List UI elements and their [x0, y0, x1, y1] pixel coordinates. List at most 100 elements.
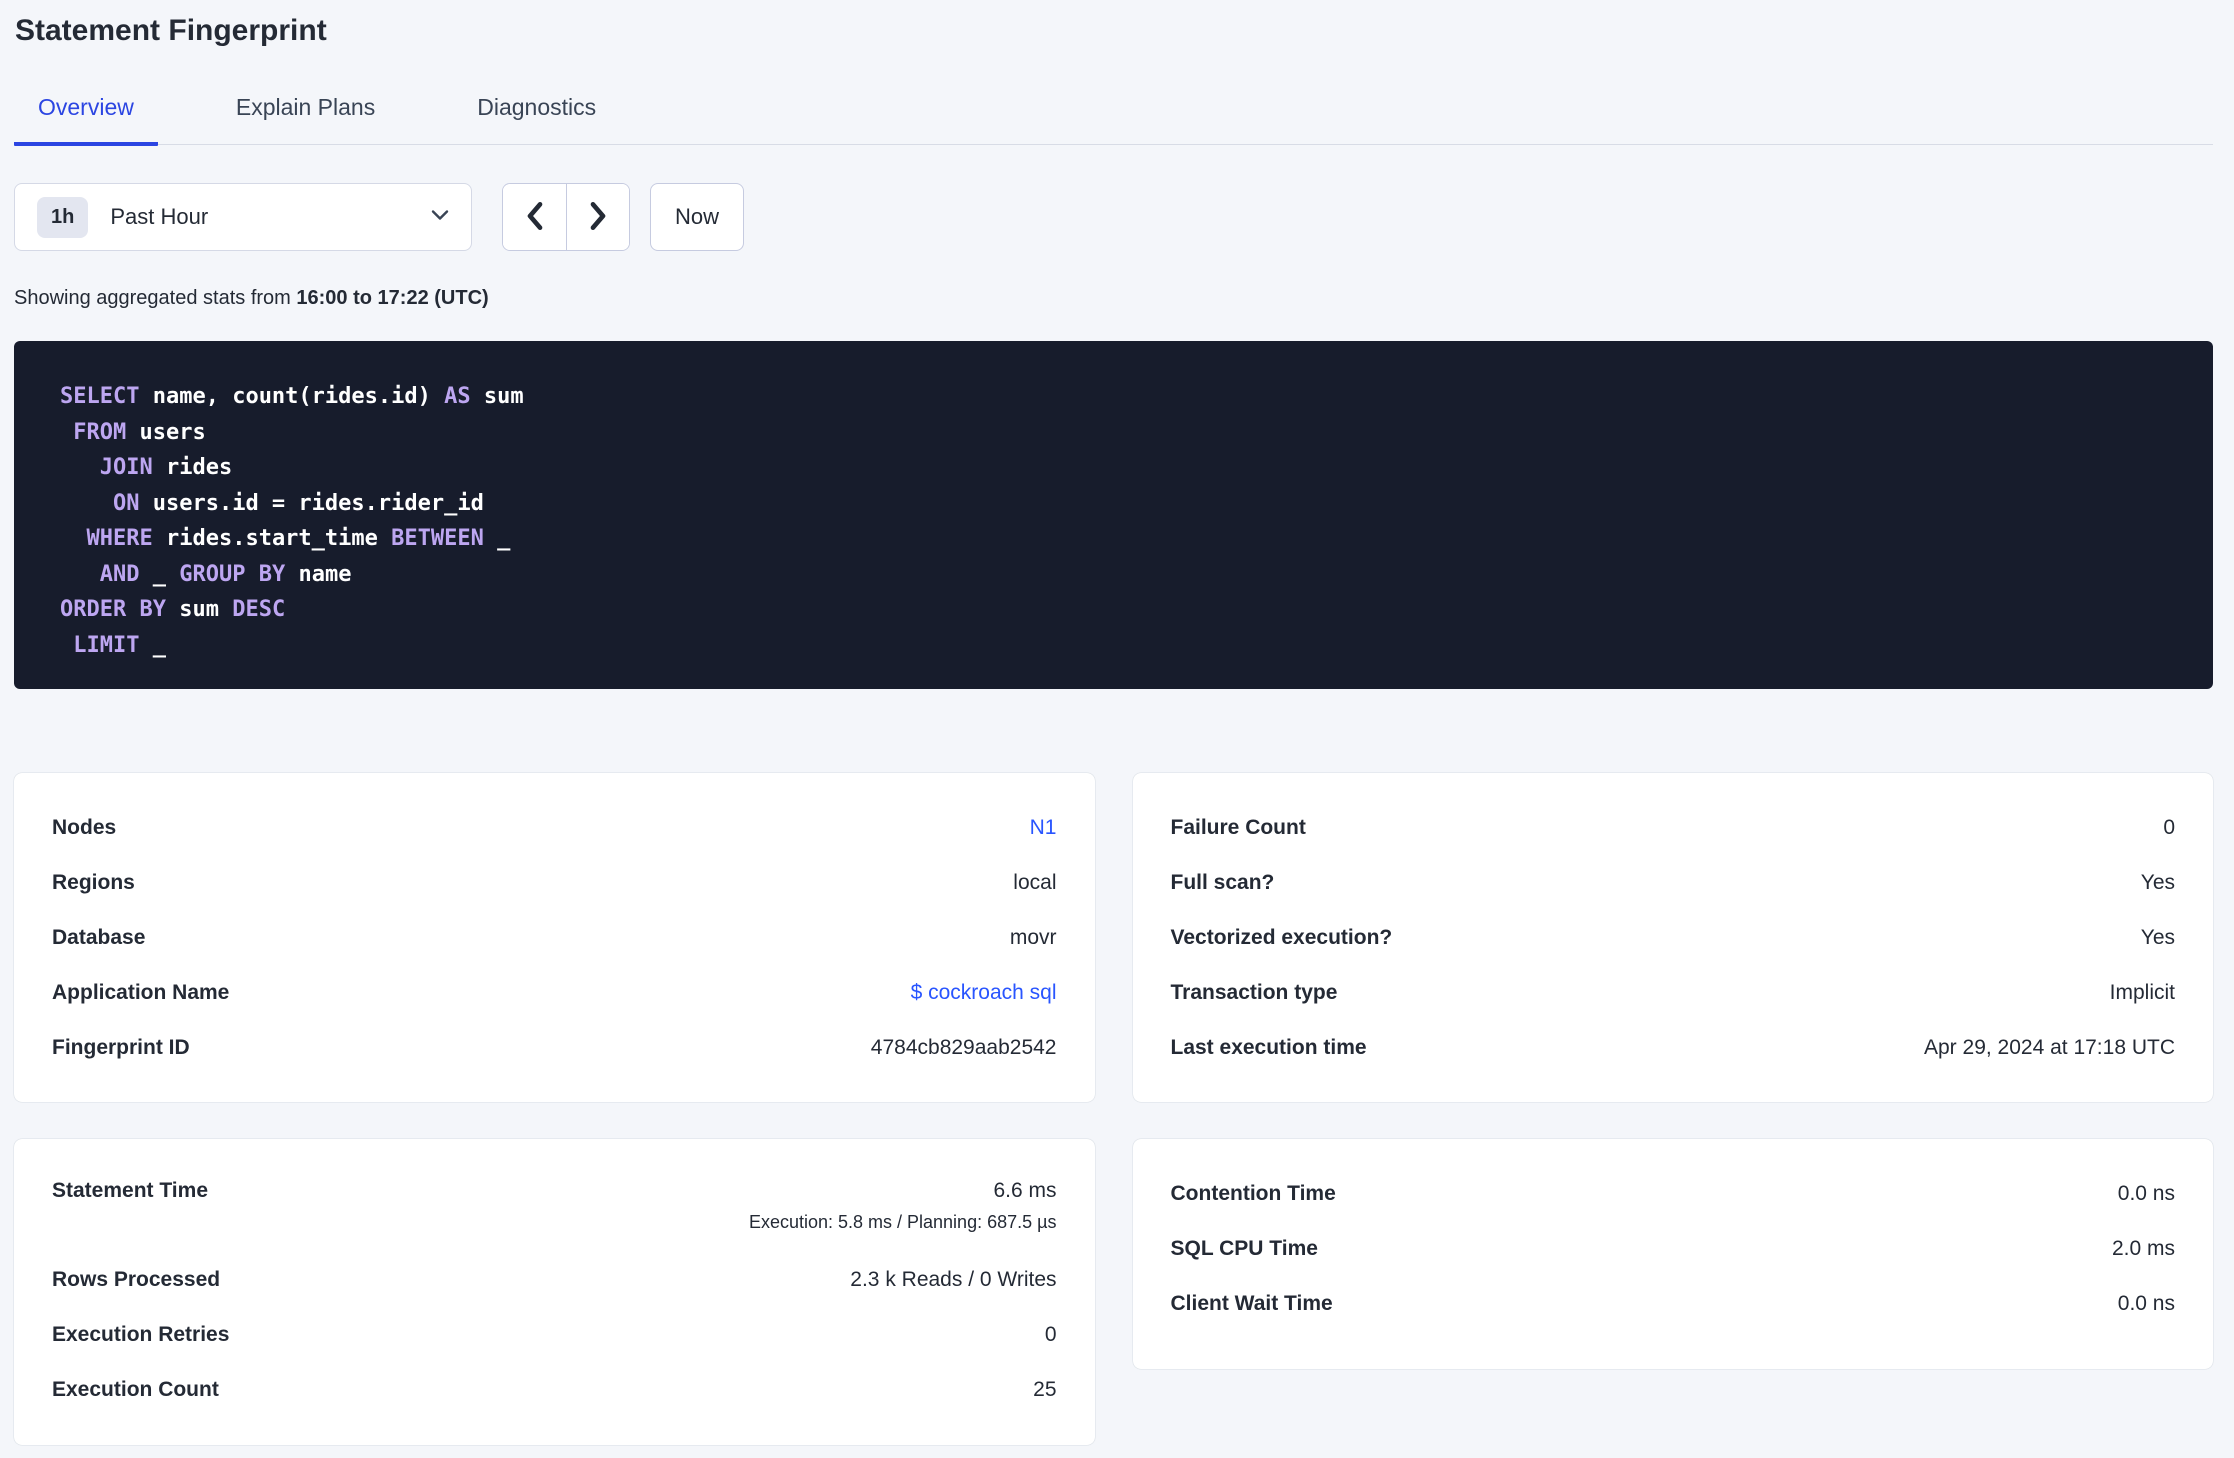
stat-value: Apr 29, 2024 at 17:18 UTC: [1924, 1035, 2175, 1059]
stat-value: 0: [1044, 1322, 1057, 1346]
tab-diagnostics-label: Diagnostics: [477, 94, 597, 120]
time-range-badge: 1h: [37, 196, 89, 238]
sql-keyword: WHERE: [86, 526, 153, 551]
time-range-select[interactable]: 1h Past Hour: [14, 183, 472, 251]
sql-text: rides: [152, 455, 233, 480]
stat-row: Regions local: [52, 855, 1057, 910]
sql-line: LIMIT _: [60, 628, 2167, 664]
execution-attributes-card: Failure Count 0 Full scan? Yes Vectorized ex…: [1132, 773, 2213, 1102]
sql-keyword: FROM: [73, 419, 127, 445]
stat-label: Statement Time: [52, 1179, 208, 1202]
wait-time-card: Contention Time 0.0 ns SQL CPU Time 2.0 ms C…: [1132, 1139, 2213, 1369]
stat-row: Client Wait Time 0.0 ns: [1171, 1276, 2176, 1331]
interval-arrow-group: [502, 183, 630, 251]
sql-keyword: JOIN: [99, 455, 153, 480]
stat-label: Fingerprint ID: [52, 1035, 190, 1059]
stat-value-link[interactable]: $ cockroach sql: [911, 981, 1057, 1005]
stat-row: Fingerprint ID 4784cb829aab2542: [52, 1020, 1057, 1075]
statement-details-card: Nodes N1 Regions local Database movr Applicati…: [14, 773, 1095, 1102]
stat-value: 6.6 ms: [993, 1179, 1057, 1202]
stat-value: 0.0 ns: [2117, 1291, 2175, 1315]
stat-label: Execution Count: [52, 1377, 219, 1401]
aggregated-stats-note-prefix: Showing aggregated stats from: [14, 287, 297, 309]
sql-keyword: GROUP BY: [179, 561, 286, 587]
sql-keyword: SELECT: [60, 384, 140, 409]
stat-row: Failure Count 0: [1171, 800, 2176, 855]
stat-value: Implicit: [2109, 980, 2175, 1004]
sql-text: name: [285, 561, 352, 587]
stat-label: Vectorized execution?: [1170, 925, 1393, 949]
stat-row: Nodes N1: [52, 800, 1057, 855]
time-range-label: Past Hour: [110, 204, 209, 229]
stat-value: 2.3 k Reads / 0 Writes: [850, 1267, 1057, 1291]
sql-line: FROM users: [60, 415, 2167, 451]
stat-label: Rows Processed: [52, 1267, 221, 1291]
stat-label: Database: [52, 925, 146, 949]
stat-label: Failure Count: [1170, 815, 1306, 839]
sql-keyword: ON: [112, 490, 140, 516]
sql-keyword: BETWEEN: [391, 526, 484, 551]
sql-text: users.id = rides.rider_id: [139, 490, 484, 516]
stat-row: Execution Count 25: [52, 1362, 1057, 1417]
sql-line: ORDER BY sum DESC: [60, 592, 2167, 628]
stat-value: Yes: [2140, 925, 2175, 949]
sql-text: rides.start_time: [152, 526, 392, 551]
stat-row: Transaction type Implicit: [1171, 965, 2176, 1020]
page-title: Statement Fingerprint: [15, 14, 327, 47]
chevron-down-icon: [431, 208, 449, 226]
stat-row: Database movr: [52, 910, 1057, 965]
sql-line: AND _ GROUP BY name: [60, 557, 2167, 593]
tab-bar: Overview Explain Plans Diagnostics: [14, 94, 2213, 146]
stat-value: Yes: [2140, 870, 2175, 894]
stat-label: Application Name: [52, 980, 230, 1004]
summary-cards-grid: Nodes N1 Regions local Database movr Applicati…: [14, 773, 2213, 1445]
stat-label: SQL CPU Time: [1170, 1236, 1318, 1260]
sql-keyword: AS: [444, 384, 471, 409]
time-controls: 1h Past Hour Now: [14, 183, 2213, 251]
chevron-left-icon: [525, 201, 545, 234]
sql-text: users: [126, 419, 206, 445]
tab-diagnostics[interactable]: Diagnostics: [453, 94, 620, 146]
stat-value: 4784cb829aab2542: [870, 1035, 1057, 1059]
tab-explain-plans[interactable]: Explain Plans: [212, 94, 399, 146]
stat-value-link[interactable]: N1: [1030, 816, 1057, 840]
stat-row: Contention Time 0.0 ns: [1171, 1166, 2176, 1221]
stat-label: Execution Retries: [52, 1322, 230, 1346]
sql-keyword: ORDER BY: [60, 597, 166, 622]
stat-value: 2.0 ms: [2111, 1236, 2175, 1260]
stat-label: Transaction type: [1170, 980, 1338, 1004]
stat-row: Application Name $ cockroach sql: [52, 965, 1057, 1020]
sql-keyword: DESC: [232, 597, 286, 622]
statement-timing-card: Statement Time 6.6 ms Execution: 5.8 ms / …: [14, 1139, 1095, 1445]
stat-label: Contention Time: [1170, 1181, 1336, 1205]
stat-row: SQL CPU Time 2.0 ms: [1171, 1221, 2176, 1276]
stat-row: Last execution time Apr 29, 2024 at 17:18…: [1171, 1020, 2176, 1075]
stat-value: movr: [1009, 925, 1057, 949]
sql-line: SELECT name, count(rides.id) AS sum: [60, 379, 2167, 415]
stat-label: Last execution time: [1170, 1035, 1367, 1059]
now-button[interactable]: Now: [650, 183, 744, 251]
sql-text: sum: [165, 597, 233, 622]
statement-fingerprint-page: Statement Fingerprint Overview Explain P…: [0, 0, 2234, 1445]
sql-statement-code: SELECT name, count(rides.id) AS sum FROM…: [60, 379, 2167, 663]
tab-overview-label: Overview: [38, 94, 134, 120]
previous-interval-button[interactable]: [503, 184, 566, 250]
tab-overview[interactable]: Overview: [14, 94, 158, 146]
stat-value: local: [1013, 870, 1057, 894]
sql-line: JOIN rides: [60, 450, 2167, 486]
stat-row: Execution Retries 0: [52, 1307, 1057, 1362]
stat-label: Client Wait Time: [1170, 1291, 1333, 1315]
next-interval-button[interactable]: [566, 184, 629, 250]
sql-text: _: [139, 632, 166, 658]
sql-text: sum: [470, 384, 524, 409]
stat-row: Full scan? Yes: [1171, 855, 2176, 910]
stat-label: Full scan?: [1170, 870, 1275, 894]
sql-text: _: [483, 526, 511, 551]
sql-text: _: [139, 561, 180, 587]
stat-row: Statement Time 6.6 ms Execution: 5.8 ms / …: [52, 1166, 1057, 1252]
